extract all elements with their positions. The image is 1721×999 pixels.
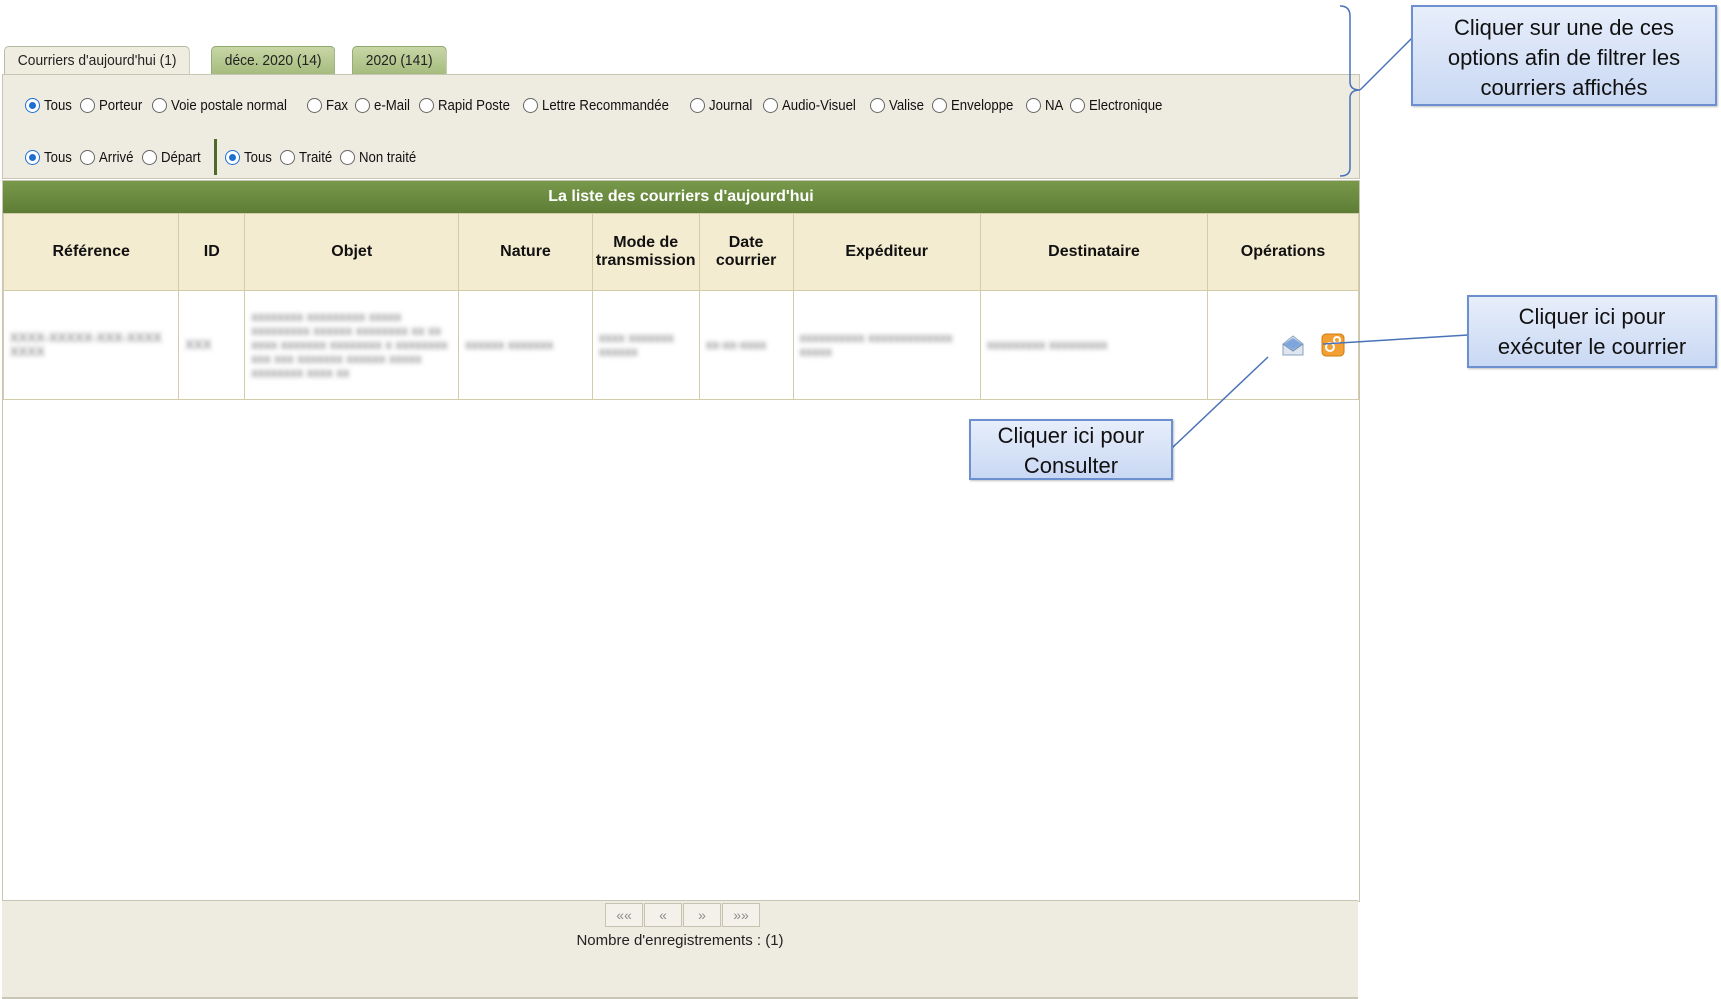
- radio-button[interactable]: [340, 149, 356, 165]
- consult-help-text: Cliquer ici pour Consulter: [997, 423, 1145, 478]
- radio-button[interactable]: [354, 98, 370, 113]
- col-header-mode-transmission[interactable]: Mode de transmission: [591, 213, 700, 291]
- grid-title: La liste des courriers d'aujourd'hui: [3, 181, 1359, 213]
- col-header-expediteur[interactable]: Expéditeur: [792, 213, 981, 291]
- radio-button[interactable]: [79, 98, 95, 113]
- col-header-nature[interactable]: Nature: [458, 213, 593, 291]
- col-header-date-courrier[interactable]: Date courrier: [698, 213, 794, 291]
- type-option-valise[interactable]: Valise: [869, 97, 925, 114]
- execute-help-callout: Cliquer ici pour exécuter le courrier: [1467, 295, 1717, 368]
- courrier-app: Courriers d'aujourd'hui (1) déce. 2020 (…: [0, 0, 1721, 999]
- filter-separator: [213, 139, 217, 175]
- grid-footer: «« « » »» Nombre d'enregistrements : (1): [2, 900, 1358, 999]
- type-option-na[interactable]: NA: [1026, 97, 1064, 114]
- cell-objet: xxxxxxxx xxxxxxxxx xxxxx xxxxxxxxx xxxxx…: [244, 290, 460, 400]
- table-row[interactable]: XXXX-XXXXX-XXX-XXXX XXXX XXX xxxxxxxx xx…: [2, 290, 1359, 400]
- col-header-operations: Opérations: [1207, 213, 1359, 291]
- radio-button[interactable]: [932, 98, 948, 113]
- filter-panel: Tous Porteur Voie postale normal Fax e-M…: [2, 74, 1360, 179]
- type-option-fax[interactable]: Fax: [306, 97, 348, 114]
- cell-mode: xxxx xxxxxxx xxxxxx: [591, 290, 700, 400]
- execute-gear-icon[interactable]: [1320, 332, 1346, 358]
- radio-button[interactable]: [79, 149, 95, 165]
- radio-button[interactable]: [151, 98, 167, 113]
- col-header-reference[interactable]: Référence: [2, 213, 180, 291]
- radio-button[interactable]: [1026, 98, 1042, 113]
- cell-id: XXX: [178, 290, 246, 400]
- type-option-voie-postale[interactable]: Voie postale normal: [151, 97, 299, 114]
- radio-button[interactable]: [141, 149, 157, 165]
- radio-button[interactable]: [224, 149, 240, 165]
- record-count: Nombre d'enregistrements : (1): [576, 932, 784, 949]
- filter-help-callout: Cliquer sur une de ces options afin de f…: [1411, 5, 1717, 106]
- pager-first-button[interactable]: ««: [605, 903, 643, 927]
- type-option-electronique[interactable]: Electronique: [1070, 97, 1168, 114]
- reference-value: XXXX-XXXXX-XXX-XXXX XXXX: [10, 330, 162, 359]
- pager-next-button[interactable]: »: [683, 903, 721, 927]
- radio-button[interactable]: [25, 149, 40, 165]
- radio-button[interactable]: [523, 98, 539, 113]
- radio-button[interactable]: [690, 98, 706, 113]
- type-option-rapid-poste[interactable]: Rapid Poste: [418, 97, 516, 114]
- filter-callout-pointer: [1359, 37, 1413, 91]
- tab-today[interactable]: Courriers d'aujourd'hui (1): [4, 46, 191, 76]
- col-header-objet[interactable]: Objet: [244, 213, 460, 291]
- pager: «« « » »»: [605, 903, 761, 927]
- type-option-audio-visuel[interactable]: Audio-Visuel: [762, 97, 862, 114]
- table-header-row: Référence ID Objet Nature Mode de transmi…: [2, 213, 1359, 291]
- status-option-traite[interactable]: Traité: [279, 149, 333, 166]
- direction-option-depart[interactable]: Départ: [141, 149, 202, 166]
- pager-prev-button[interactable]: «: [644, 903, 682, 927]
- id-value: XXX: [185, 337, 212, 352]
- radio-button[interactable]: [418, 98, 434, 113]
- pager-last-button[interactable]: »»: [722, 903, 760, 927]
- status-option-non-traite[interactable]: Non traité: [340, 149, 420, 166]
- radio-button[interactable]: [869, 98, 885, 113]
- type-option-enveloppe[interactable]: Enveloppe: [932, 97, 1018, 114]
- consult-help-callout: Cliquer ici pour Consulter: [969, 419, 1173, 480]
- cell-nature: xxxxxx xxxxxxx: [458, 290, 593, 400]
- date-header-line2: courrier: [715, 252, 777, 269]
- filter-help-text: Cliquer sur une de ces options afin de f…: [1447, 15, 1681, 100]
- tab-december-2020[interactable]: déce. 2020 (14): [211, 46, 336, 74]
- courrier-table: Référence ID Objet Nature Mode de transmi…: [2, 213, 1359, 400]
- execute-help-text: Cliquer ici pour exécuter le courrier: [1497, 304, 1687, 359]
- radio-button[interactable]: [279, 149, 295, 165]
- type-option-journal[interactable]: Journal: [690, 97, 754, 114]
- cell-destinataire: xxxxxxxxx xxxxxxxxx: [979, 290, 1209, 400]
- nature-value: xxxxxx xxxxxxx: [465, 337, 554, 352]
- cell-operations: [1207, 290, 1359, 400]
- mode-value: xxxx xxxxxxx xxxxxx: [598, 330, 674, 359]
- cell-date: xx-xx-xxxx: [698, 290, 794, 400]
- status-option-tous[interactable]: Tous: [224, 149, 272, 166]
- tab-bar: Courriers d'aujourd'hui (1) déce. 2020 (…: [4, 46, 454, 76]
- col-header-id[interactable]: ID: [178, 213, 246, 291]
- radio-button[interactable]: [25, 98, 40, 113]
- date-value: xx-xx-xxxx: [705, 337, 767, 352]
- radio-button[interactable]: [1070, 98, 1086, 113]
- type-option-email[interactable]: e-Mail: [354, 97, 411, 114]
- operation-icons: [1214, 332, 1352, 358]
- direction-option-tous[interactable]: Tous: [25, 149, 72, 166]
- cell-reference: XXXX-XXXXX-XXX-XXXX XXXX: [2, 290, 180, 400]
- direction-option-arrive[interactable]: Arrivé: [79, 149, 134, 166]
- type-filter-group: Tous Porteur Voie postale normal Fax e-M…: [25, 97, 1177, 114]
- type-option-porteur[interactable]: Porteur: [79, 97, 144, 114]
- radio-button[interactable]: [762, 98, 778, 113]
- radio-button[interactable]: [306, 98, 322, 113]
- destinataire-value: xxxxxxxxx xxxxxxxxx: [986, 337, 1108, 352]
- mode-header-line1: Mode de: [613, 234, 679, 251]
- type-option-tous[interactable]: Tous: [25, 97, 72, 114]
- date-header-line1: Date: [728, 234, 764, 251]
- cell-expediteur: xxxxxxxxxx xxxxxxxxxxxxx xxxxx: [792, 290, 981, 400]
- mode-header-line2: transmission: [595, 252, 696, 269]
- expediteur-value: xxxxxxxxxx xxxxxxxxxxxxx xxxxx: [799, 330, 953, 359]
- type-option-lettre-recommandee[interactable]: Lettre Recommandée: [523, 97, 682, 114]
- courrier-grid: La liste des courriers d'aujourd'hui Réf…: [2, 180, 1360, 902]
- col-header-destinataire[interactable]: Destinataire: [979, 213, 1209, 291]
- direction-status-filter-group: Tous Arrivé Départ Tous Traité Non trait…: [25, 139, 428, 175]
- envelope-open-icon[interactable]: [1280, 332, 1306, 358]
- objet-value: xxxxxxxx xxxxxxxxx xxxxx xxxxxxxxx xxxxx…: [251, 309, 448, 380]
- tab-year-2020[interactable]: 2020 (141): [351, 46, 446, 74]
